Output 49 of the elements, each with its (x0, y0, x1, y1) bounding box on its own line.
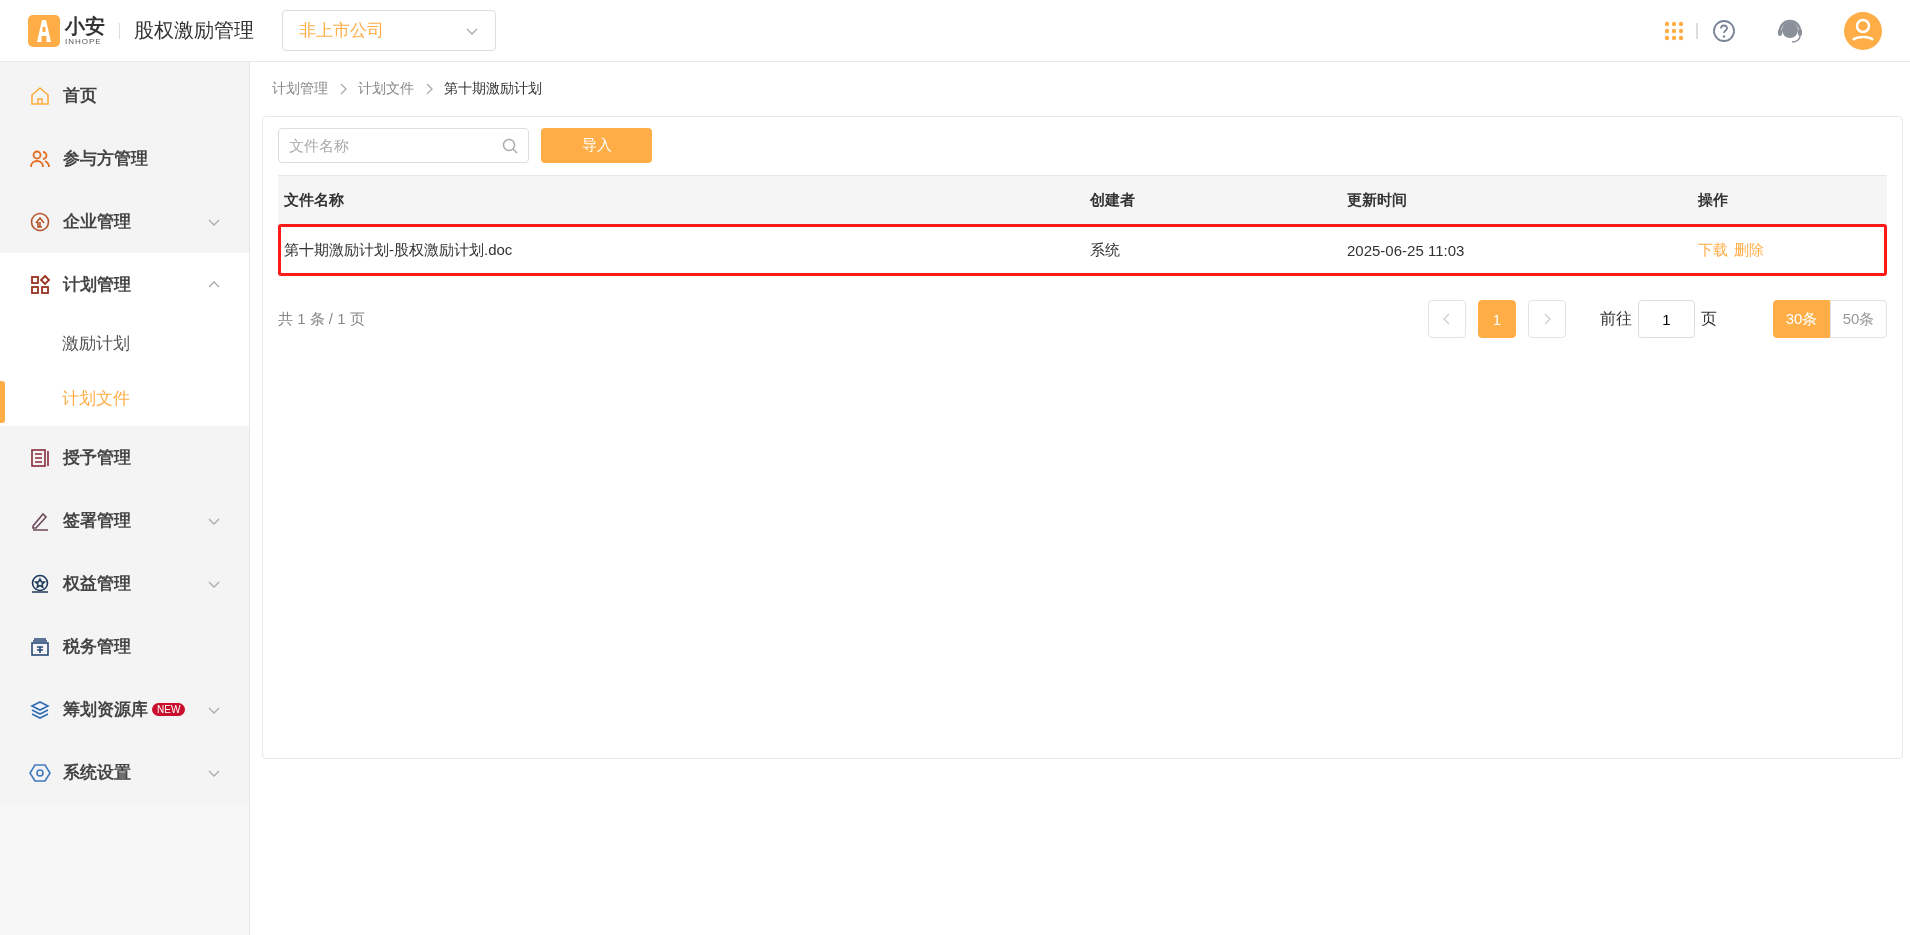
column-header: 创建者 (1089, 190, 1136, 210)
chevron-right-icon (338, 83, 348, 95)
table-cell-text: 2025-06-25 11:03 (1346, 241, 1466, 259)
sidebar-item[interactable]: 权益管理 (0, 552, 249, 615)
app-title: 股权激励管理 (134, 18, 254, 43)
tax-icon (29, 635, 51, 658)
chevron-right-icon (1542, 313, 1552, 325)
sidebar-item[interactable]: 计划管理 (0, 253, 249, 316)
circle-badge-icon (29, 210, 51, 233)
prev-page-button[interactable] (1428, 300, 1466, 338)
star-badge-icon (29, 572, 51, 595)
search-field[interactable]: 文件名称 (278, 128, 529, 163)
new-badge: NEW (152, 703, 186, 716)
logo-icon (28, 14, 60, 47)
column-header: 更新时间 (1346, 190, 1408, 210)
table-cell-text: 第十期激励计划-股权激励计划.doc (283, 240, 514, 260)
column-header: 操作 (1697, 190, 1729, 210)
home-icon (29, 84, 51, 107)
hexagon-gear-icon (29, 761, 51, 784)
sidebar-item[interactable]: 企业管理 (0, 190, 249, 253)
breadcrumb-link[interactable]: 计划管理 (272, 80, 328, 98)
sidebar-item[interactable]: 首页 (0, 64, 249, 127)
document-icon (29, 446, 51, 469)
sidebar-item[interactable]: 授予管理 (0, 426, 249, 489)
logo-subtitle: INHOPE (65, 37, 103, 46)
selection-indicator (0, 381, 5, 423)
column-header: 文件名称 (283, 190, 345, 210)
help-icon[interactable] (1712, 18, 1736, 43)
goto-label: 前往 (1600, 308, 1632, 329)
next-page-button[interactable] (1528, 300, 1566, 338)
table-cell-text: 系统 (1089, 240, 1121, 260)
sidebar-item[interactable]: 系统设置 (0, 741, 249, 804)
grid-shapes-icon (29, 273, 51, 296)
breadcrumb-link[interactable]: 计划文件 (358, 80, 414, 98)
page-summary: 共 1 条 / 1 页 (278, 309, 365, 329)
sidebar-subitem[interactable]: 激励计划 (0, 316, 249, 371)
logo-name: 小安 (65, 15, 105, 37)
page-suffix: 页 (1701, 308, 1717, 329)
sidebar-item[interactable]: 签署管理 (0, 489, 249, 552)
chevron-right-icon (424, 83, 434, 95)
apps-grid-icon[interactable] (1664, 20, 1684, 41)
sidebar-item[interactable]: 参与方管理 (0, 127, 249, 190)
goto-page-field[interactable]: 1 (1638, 300, 1695, 338)
avatar-icon[interactable] (1844, 11, 1882, 50)
layers-icon (29, 698, 51, 721)
sidebar-item[interactable]: 筹划资源库 NEW (0, 678, 249, 741)
search-icon (502, 138, 518, 154)
sidebar-item[interactable]: 税务管理 (0, 615, 249, 678)
chevron-left-icon (1442, 313, 1452, 325)
